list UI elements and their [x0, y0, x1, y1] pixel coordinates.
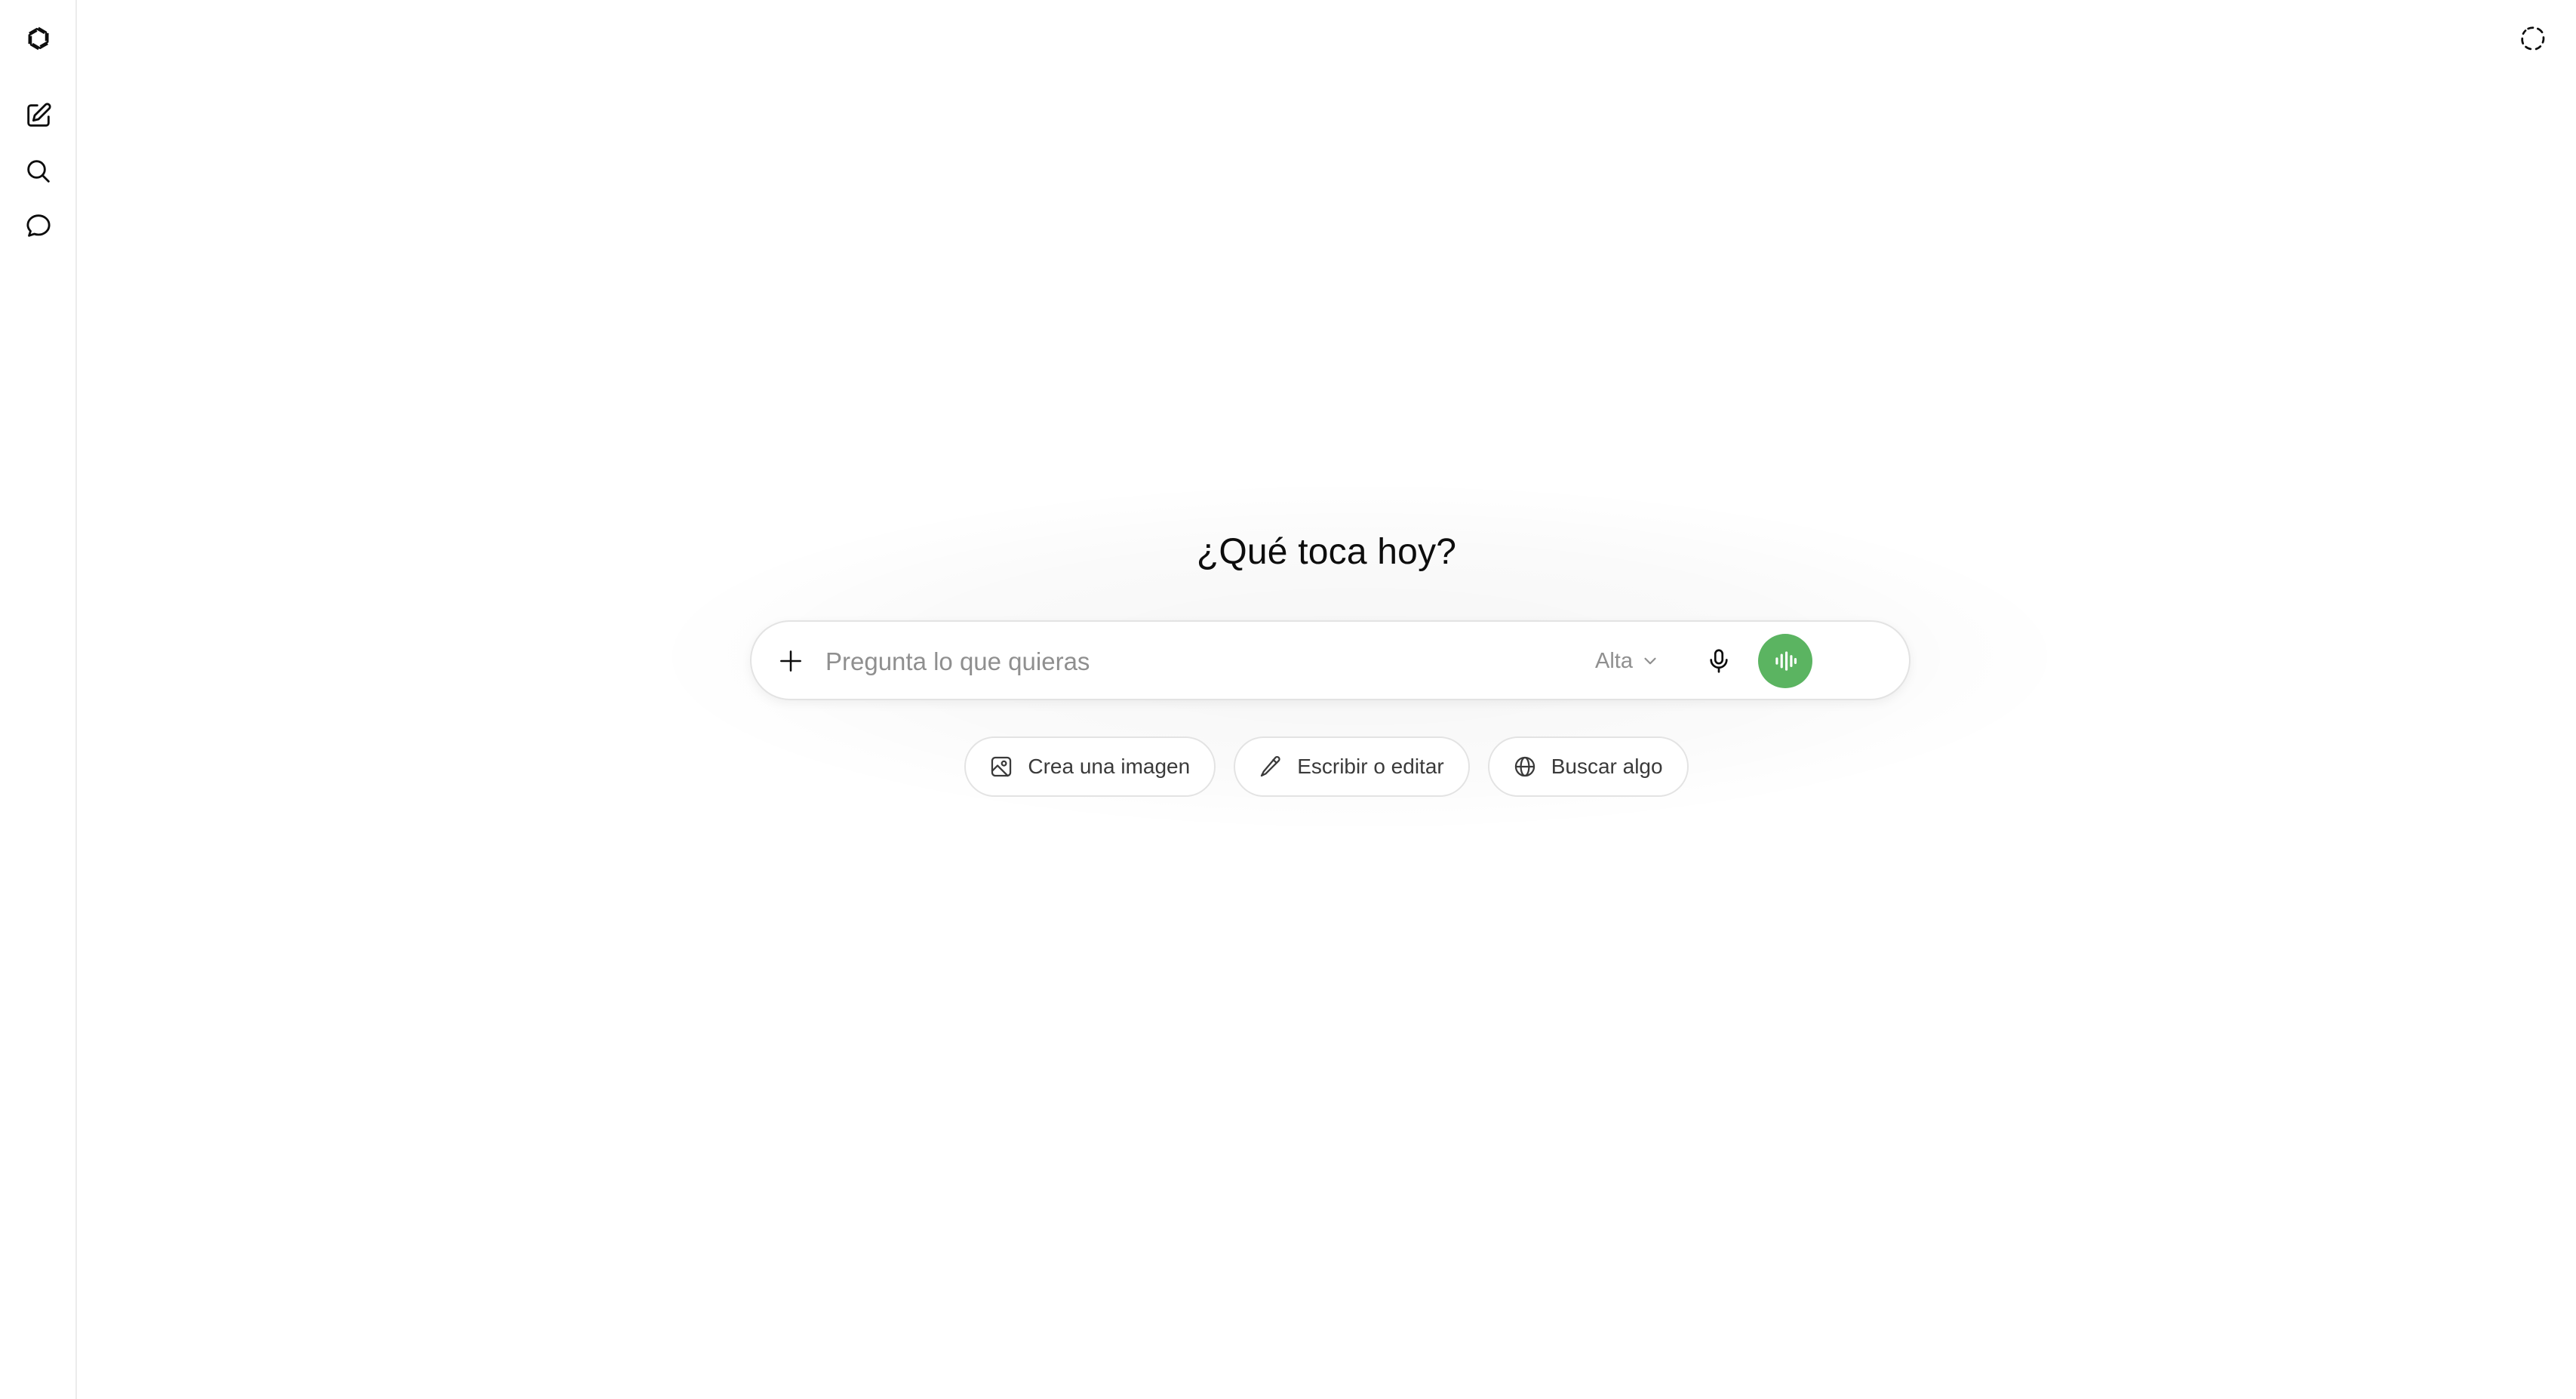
search-button[interactable]: [17, 149, 60, 193]
globe-icon: [1514, 756, 1535, 777]
suggestion-label: Crea una imagen: [1028, 755, 1191, 778]
search-icon: [27, 160, 50, 183]
edit-square-icon: [27, 103, 51, 127]
voice-waveform-icon: [1775, 651, 1797, 671]
attach-button[interactable]: [771, 641, 810, 681]
image-icon: [991, 756, 1012, 777]
prompt-input[interactable]: [824, 640, 1627, 684]
main-area: ¿Qué toca hoy? Alta: [77, 0, 2576, 1399]
suggestion-create-image[interactable]: Crea una imagen: [964, 736, 1216, 797]
model-select-label: Alta: [1595, 648, 1633, 673]
suggestion-chips: Crea una imagen Escribir o editar Buscar…: [77, 736, 2576, 797]
microphone-icon: [1710, 649, 1728, 673]
composer: Alta: [750, 620, 1910, 700]
openai-logo-icon[interactable]: [17, 17, 60, 60]
suggestion-write-edit[interactable]: Escribir o editar: [1234, 736, 1470, 797]
suggestion-label: Escribir o editar: [1297, 755, 1444, 778]
new-chat-button[interactable]: [17, 94, 60, 137]
page-title: ¿Qué toca hoy?: [1196, 532, 1457, 573]
chats-button[interactable]: [17, 204, 60, 248]
app-window: ¿Qué toca hoy? Alta: [0, 0, 2576, 1399]
voice-mode-button[interactable]: [1758, 634, 1812, 688]
plus-icon: [780, 650, 801, 672]
suggestion-label: Buscar algo: [1551, 755, 1663, 778]
suggestion-search[interactable]: Buscar algo: [1487, 736, 1689, 797]
left-rail: [0, 0, 77, 1399]
dictate-button[interactable]: [1699, 641, 1738, 681]
chevron-down-icon: [1644, 657, 1656, 665]
model-select[interactable]: Alta: [1595, 643, 1660, 679]
chat-bubble-icon: [26, 214, 51, 237]
pencil-icon: [1261, 755, 1280, 777]
